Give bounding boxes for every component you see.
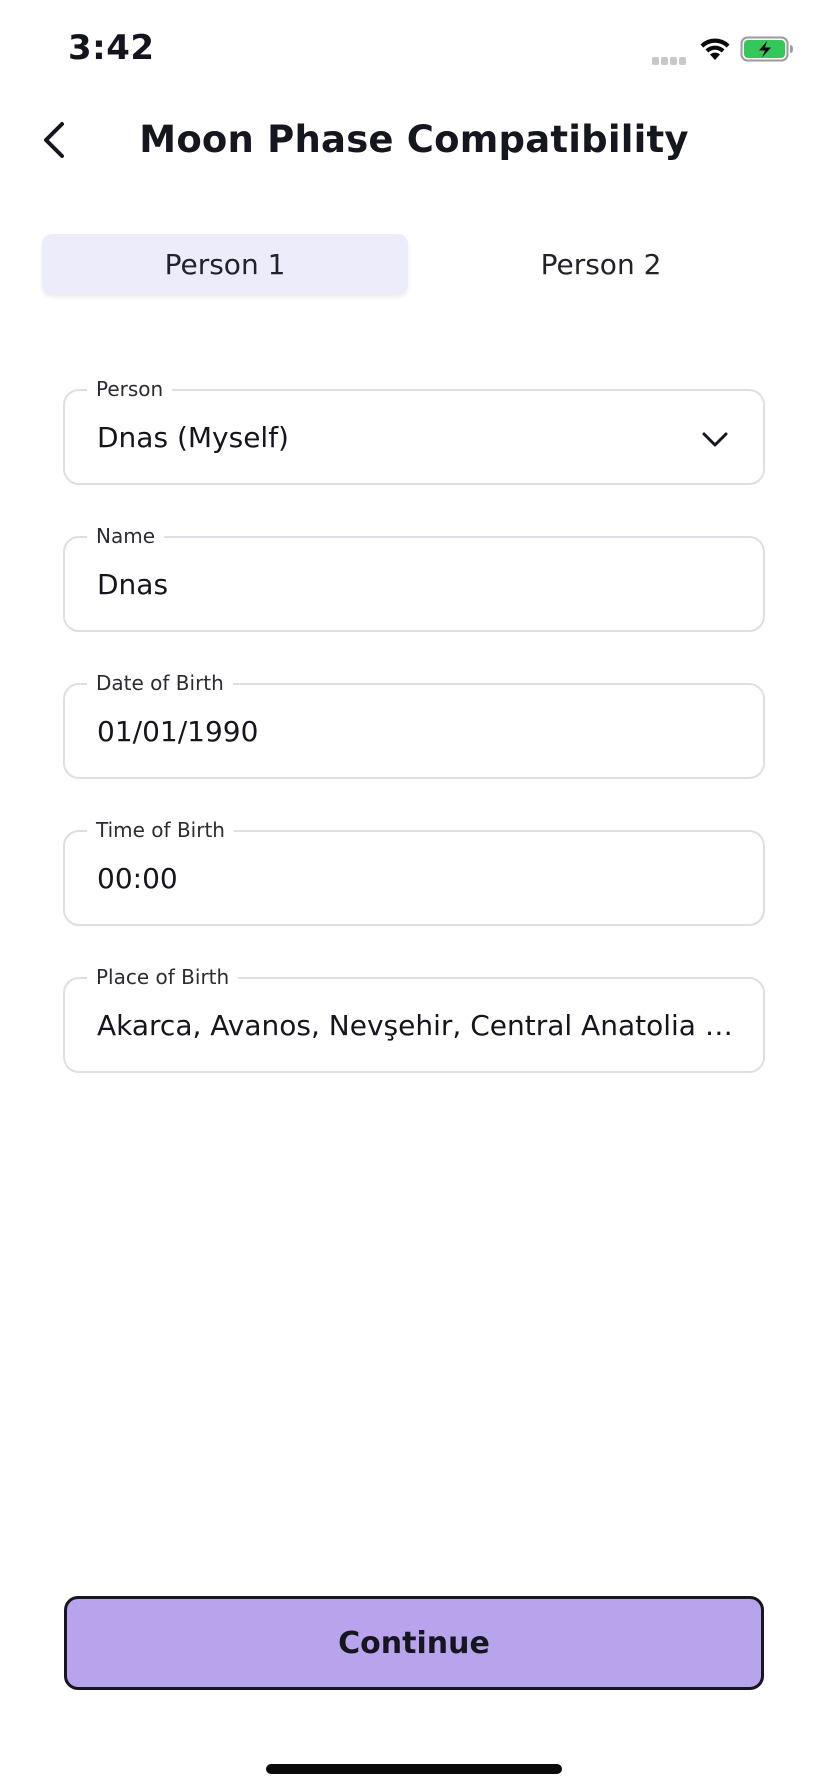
person-value: Dnas (Myself) (97, 421, 289, 454)
date-of-birth-field[interactable]: Date of Birth 01/01/1990 (63, 670, 765, 779)
person-tabs: Person 1 Person 2 (42, 234, 786, 294)
name-value: Dnas (97, 568, 169, 601)
date-of-birth-value: 01/01/1990 (97, 715, 259, 748)
page-title: Moon Phase Compatibility (139, 118, 689, 161)
time-of-birth-field[interactable]: Time of Birth 00:00 (63, 817, 765, 926)
place-of-birth-label: Place of Birth (87, 964, 239, 990)
continue-button[interactable]: Continue (64, 1596, 764, 1690)
date-of-birth-label: Date of Birth (87, 670, 233, 696)
tab-person-2[interactable]: Person 2 (418, 234, 784, 294)
place-of-birth-value: Akarca, Avanos, Nevşehir, Central Anatol… (97, 1009, 743, 1042)
person-select[interactable]: Person Dnas (Myself) (63, 376, 765, 485)
wifi-icon (698, 36, 732, 66)
status-bar: 3:42 (0, 0, 828, 100)
tab-person-1[interactable]: Person 1 (42, 234, 408, 294)
battery-charging-icon (740, 36, 796, 66)
time-of-birth-label: Time of Birth (87, 817, 234, 843)
home-indicator (266, 1764, 562, 1774)
chevron-down-icon (702, 432, 728, 447)
name-field[interactable]: Name Dnas (63, 523, 765, 632)
status-time: 3:42 (68, 28, 155, 68)
person-label: Person (87, 376, 173, 402)
time-of-birth-value: 00:00 (97, 862, 178, 895)
cellular-signal-icon (652, 50, 688, 69)
name-label: Name (87, 523, 165, 549)
place-of-birth-field[interactable]: Place of Birth Akarca, Avanos, Nevşehir,… (63, 964, 765, 1073)
header: Moon Phase Compatibility (0, 100, 828, 180)
